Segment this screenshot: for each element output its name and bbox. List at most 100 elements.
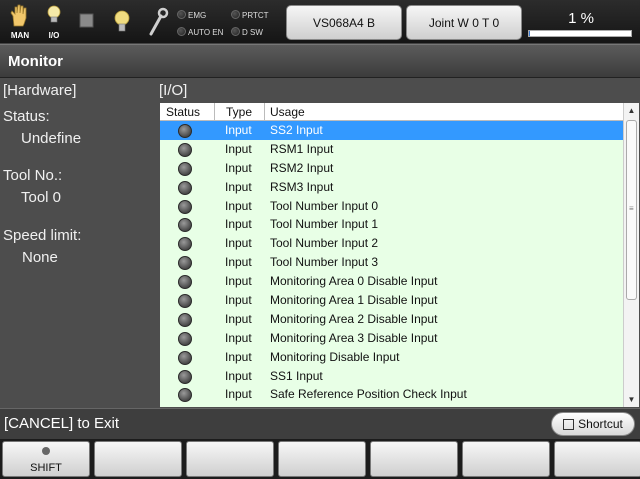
status-lamp-icon — [178, 312, 192, 327]
function-key-3[interactable] — [186, 441, 274, 477]
emg-indicator: EMG — [177, 10, 206, 22]
tool-value: Tool 0 — [21, 189, 62, 206]
shortcut-button[interactable]: Shortcut — [551, 412, 635, 436]
table-row[interactable]: Input Tool Number Input 3 — [160, 253, 623, 272]
io-table-header: Status Type Usage — [160, 103, 623, 121]
row-type: Input — [225, 236, 252, 251]
prtct-label: PRTCT — [242, 11, 269, 20]
row-usage: RSM1 Input — [270, 141, 334, 156]
io-scrollbar[interactable]: ▲ ≡ ▼ — [623, 103, 639, 407]
table-row[interactable]: Input SS1 Input — [160, 367, 623, 386]
function-key-5[interactable] — [370, 441, 458, 477]
row-type: Input — [225, 387, 252, 402]
row-usage: RSM3 Input — [270, 179, 334, 194]
io-label: I/O — [48, 31, 60, 40]
function-key-7[interactable] — [554, 441, 640, 477]
row-type: Input — [225, 311, 252, 326]
status-lamp-icon — [178, 142, 192, 157]
table-row[interactable]: Input Monitoring Area 1 Disable Input — [160, 291, 623, 310]
stop-square-icon[interactable] — [72, 4, 102, 42]
function-key-4[interactable] — [278, 441, 366, 477]
row-usage: Safe Reference Position Check Input — [270, 387, 467, 402]
status-lamp-icon — [178, 237, 192, 252]
table-row[interactable]: Input Monitoring Area 3 Disable Input — [160, 329, 623, 348]
table-row[interactable]: Input Tool Number Input 0 — [160, 197, 623, 216]
shift-led-icon — [42, 447, 50, 455]
dsw-label: D SW — [242, 28, 263, 37]
row-usage: Monitoring Area 2 Disable Input — [270, 311, 438, 326]
row-usage: Tool Number Input 0 — [270, 198, 379, 213]
status-lamp-icon — [178, 331, 192, 346]
table-row[interactable]: Input Tool Number Input 1 — [160, 215, 623, 234]
table-row[interactable]: Input RSM2 Input — [160, 159, 623, 178]
status-label: Status: — [3, 108, 50, 125]
page-title: Monitor — [8, 53, 63, 70]
joint-mode-button[interactable]: Joint W 0 T 0 — [406, 5, 522, 40]
table-row[interactable]: Input Safe Reference Position Check Input — [160, 385, 623, 404]
row-usage: Monitoring Area 1 Disable Input — [270, 293, 438, 308]
row-type: Input — [225, 330, 252, 345]
speed-bar-fill — [529, 31, 531, 36]
row-type: Input — [225, 293, 252, 308]
auto-en-indicator: AUTO EN — [177, 27, 223, 39]
status-lamp-icon — [178, 275, 192, 290]
row-type: Input — [225, 349, 252, 364]
table-row[interactable]: Input SS2 Input — [160, 121, 623, 140]
title-bar: Monitor — [0, 44, 640, 78]
status-lamp-icon — [178, 294, 192, 309]
shift-key[interactable]: SHIFT — [2, 441, 90, 477]
status-lamp-icon — [178, 256, 192, 271]
row-usage: SS1 Input — [270, 368, 323, 383]
row-type: Input — [225, 141, 252, 156]
row-usage: Tool Number Input 2 — [270, 236, 379, 251]
function-key-6[interactable] — [462, 441, 550, 477]
auto-en-label: AUTO EN — [188, 28, 224, 37]
status-lamp-icon — [178, 388, 192, 403]
function-key-label: SHIFT — [30, 462, 62, 474]
row-usage: Monitoring Area 0 Disable Input — [270, 274, 438, 289]
row-usage: Monitoring Disable Input — [270, 349, 400, 364]
row-type: Input — [225, 255, 252, 270]
function-key-2[interactable] — [94, 441, 182, 477]
io-heading: [I/O] — [159, 82, 188, 99]
shortcut-label: Shortcut — [578, 417, 623, 431]
io-bulb-icon[interactable]: I/O — [39, 4, 69, 42]
table-row[interactable]: Input Monitoring Area 0 Disable Input — [160, 272, 623, 291]
row-type: Input — [225, 179, 252, 194]
wrench-icon[interactable] — [143, 4, 173, 42]
row-usage: Tool Number Input 3 — [270, 255, 379, 270]
prtct-indicator: PRTCT — [231, 10, 269, 22]
status-value: Undefine — [21, 130, 82, 147]
emg-lamp-icon — [177, 10, 186, 19]
status-lamp-icon — [178, 161, 192, 176]
top-toolbar: MAN I/O EMG PRTCT AUTO EN D SW VS068A4 B… — [0, 0, 640, 44]
row-type: Input — [225, 368, 252, 383]
table-row[interactable]: Input RSM1 Input — [160, 140, 623, 159]
table-row[interactable]: Input Tool Number Input 2 — [160, 234, 623, 253]
row-type: Input — [225, 274, 252, 289]
table-row[interactable]: Input Monitoring Area 2 Disable Input — [160, 310, 623, 329]
scroll-up-icon[interactable]: ▲ — [624, 103, 639, 118]
status-lamp-icon — [178, 369, 192, 384]
status-lamp-icon — [178, 124, 192, 138]
speed-bar[interactable] — [528, 30, 632, 37]
tool-label: Tool No.: — [3, 167, 63, 184]
header-status[interactable]: Status — [166, 105, 200, 119]
dsw-indicator: D SW — [231, 27, 263, 39]
lamp-bulb-icon[interactable] — [107, 4, 137, 42]
prtct-lamp-icon — [231, 10, 240, 19]
row-usage: Monitoring Area 3 Disable Input — [270, 330, 438, 345]
robot-type-button[interactable]: VS068A4 B — [286, 5, 402, 40]
row-type: Input — [225, 160, 252, 175]
monitor-panel: [Hardware] Status: Undefine Tool No.: To… — [0, 78, 640, 408]
scroll-down-icon[interactable]: ▼ — [624, 392, 639, 407]
table-row[interactable]: Input RSM3 Input — [160, 178, 623, 197]
header-type[interactable]: Type — [226, 105, 252, 119]
function-keys: SHIFT — [0, 439, 640, 479]
shortcut-icon — [563, 418, 575, 430]
status-lamp-icon — [178, 199, 192, 214]
man-mode-hand-icon[interactable]: MAN — [5, 4, 35, 42]
emg-label: EMG — [188, 11, 207, 20]
table-row[interactable]: Input Monitoring Disable Input — [160, 348, 623, 367]
header-usage[interactable]: Usage — [270, 105, 305, 119]
